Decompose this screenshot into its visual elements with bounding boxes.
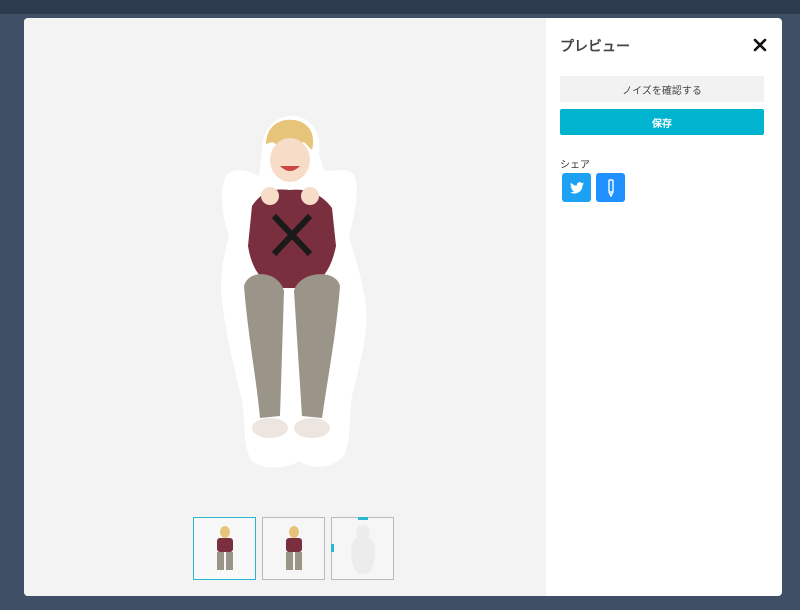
- share-label: シェア: [560, 160, 590, 171]
- thumbnail-silhouette: [350, 524, 375, 574]
- thumbnail-strip: [193, 517, 394, 580]
- background-header: [0, 0, 800, 14]
- cut-marker-left: [331, 544, 334, 552]
- thumbnail-image: [216, 525, 233, 570]
- check-noise-button[interactable]: ノイズを確認する: [560, 76, 764, 102]
- twitter-share-button[interactable]: [562, 173, 591, 202]
- save-button[interactable]: 保存: [560, 109, 764, 135]
- side-panel: プレビュー ノイズを確認する 保存 シェア: [546, 18, 782, 596]
- thumbnail-sticker-outline[interactable]: [193, 517, 256, 580]
- twitter-icon: [569, 181, 584, 194]
- thumbnail-image: [285, 525, 302, 570]
- pencil-share-button[interactable]: [596, 173, 625, 202]
- preview-modal: プレビュー ノイズを確認する 保存 シェア: [24, 18, 782, 596]
- sticker-preview-image: [221, 115, 367, 468]
- thumbnail-sticker-cutline[interactable]: [331, 517, 394, 580]
- share-buttons: [562, 173, 625, 202]
- modal-title: プレビュー: [560, 39, 630, 55]
- cut-marker-top: [358, 517, 368, 520]
- preview-pane: [24, 18, 546, 596]
- thumbnail-sticker-standard[interactable]: [262, 517, 325, 580]
- pencil-icon: [607, 178, 614, 197]
- close-icon[interactable]: [751, 36, 769, 54]
